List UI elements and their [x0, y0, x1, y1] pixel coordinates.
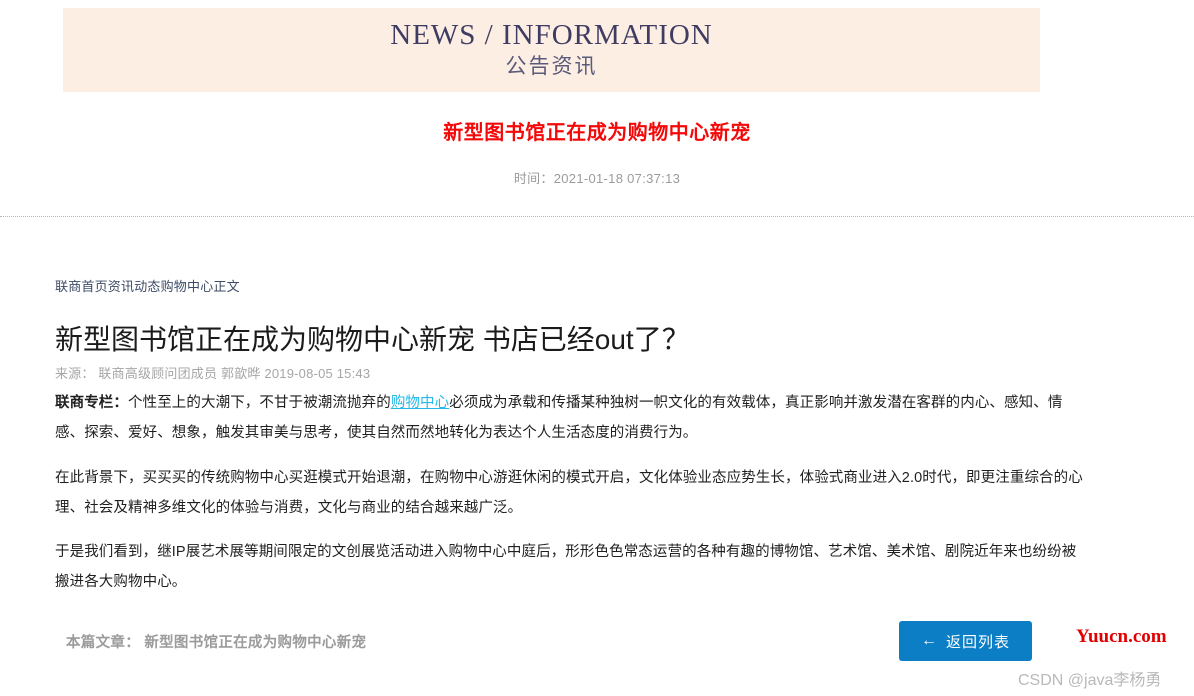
back-to-list-label: 返回列表	[945, 633, 1010, 651]
page-title: 新型图书馆正在成为购物中心新宠	[443, 122, 751, 144]
breadcrumb[interactable]: 联商首页资讯动态购物中心正文	[55, 278, 1085, 296]
shopping-mall-link[interactable]: 购物中心	[391, 395, 449, 411]
publish-timestamp: 时间：2021-01-18 07:37:13	[513, 171, 681, 186]
paragraph-1-text-before-link: 个性至上的大潮下，不甘于被潮流抛弃的	[128, 395, 391, 412]
credit-watermark: CSDN @java李杨勇	[1018, 672, 1162, 689]
back-to-list-button[interactable]: ← 返回列表	[899, 621, 1032, 661]
banner-chinese-title: 公告资讯	[505, 55, 598, 78]
section-divider	[0, 216, 1194, 217]
site-watermark: Yuucn.com	[1076, 626, 1167, 647]
paragraph-lead-label: 联商专栏：	[55, 395, 128, 412]
article-paragraph-3: 于是我们看到，继IP展艺术展等期间限定的文创展览活动进入购物中心中庭后，形形色色…	[55, 544, 1077, 591]
current-article-note: 本篇文章： 新型图书馆正在成为购物中心新宠	[66, 635, 367, 651]
article-source: 来源： 联商高级顾问团成员 郭歆晔 2019-08-05 15:43	[55, 366, 371, 382]
news-article-page: NEWS / INFORMATION 公告资讯 新型图书馆正在成为购物中心新宠 …	[0, 0, 1194, 696]
page-banner: NEWS / INFORMATION 公告资讯	[63, 8, 1040, 92]
article-paragraph-2: 在此背景下，买买买的传统购物中心买逛模式开始退潮，在购物中心游逛休闲的模式开启，…	[55, 469, 1083, 516]
banner-english-title: NEWS / INFORMATION	[390, 18, 713, 51]
article-main-title: 新型图书馆正在成为购物中心新宠 书店已经out了？	[55, 324, 690, 356]
arrow-left-icon: ←	[920, 632, 938, 649]
article-header: 新型图书馆正在成为购物中心新宠 时间：2021-01-18 07:37:13	[0, 118, 1194, 187]
article-paragraph-1: 联商专栏：个性至上的大潮下，不甘于被潮流抛弃的购物中心必须成为承载和传播某种独树…	[55, 388, 1085, 448]
article-content: 联商首页资讯动态购物中心正文 新型图书馆正在成为购物中心新宠 书店已经out了？…	[55, 278, 1085, 612]
